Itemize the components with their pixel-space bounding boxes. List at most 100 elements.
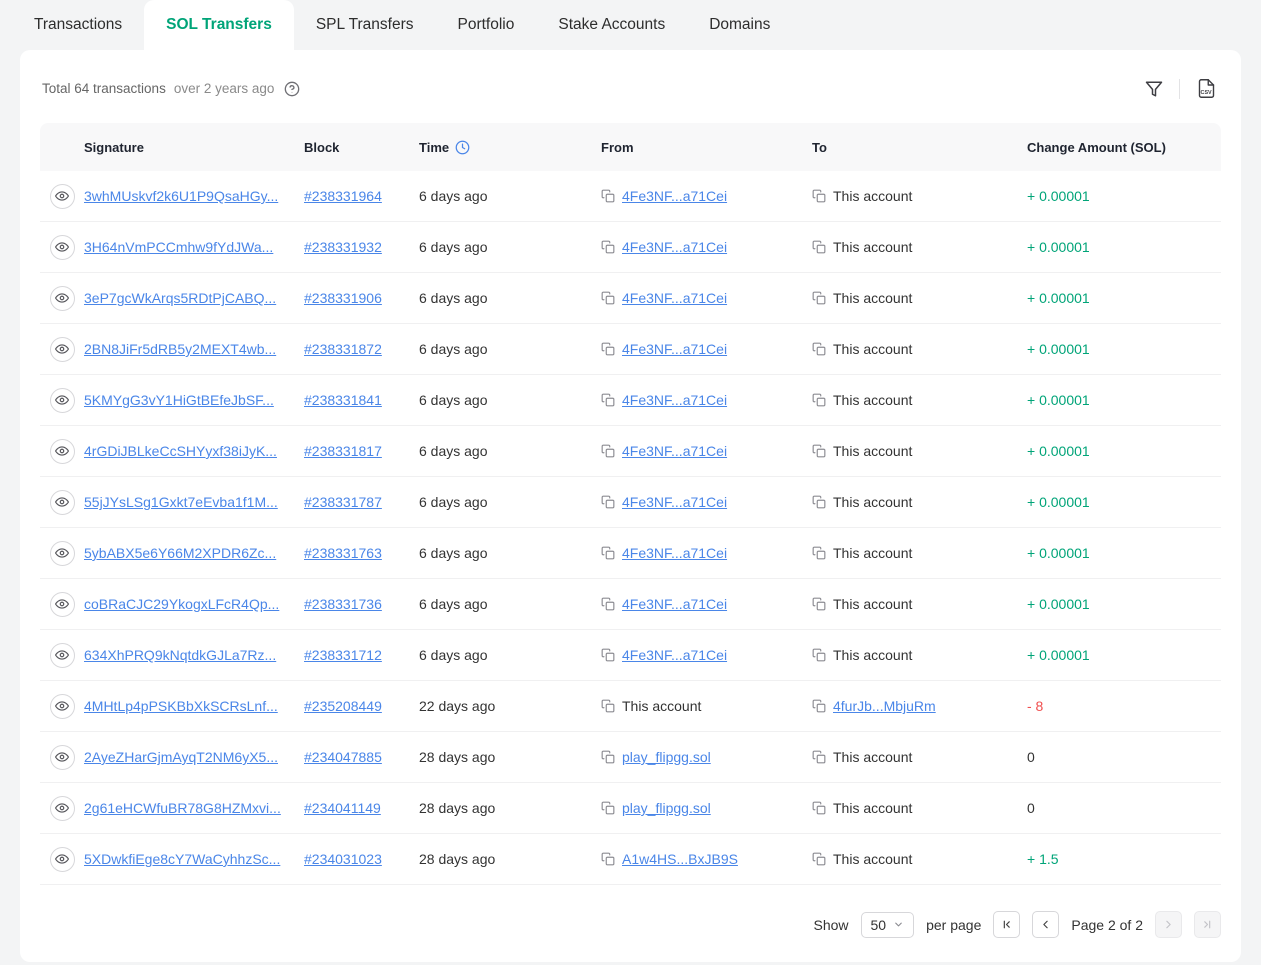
signature-link[interactable]: 5KMYgG3vY1HiGtBEfeJbSF...: [84, 392, 274, 408]
preview-eye-icon[interactable]: [50, 490, 75, 515]
copy-icon[interactable]: [601, 291, 615, 305]
preview-eye-icon[interactable]: [50, 643, 75, 668]
copy-icon[interactable]: [601, 495, 615, 509]
to-address[interactable]: 4furJb...MbjuRm: [833, 698, 936, 714]
copy-icon[interactable]: [601, 342, 615, 356]
copy-icon[interactable]: [812, 240, 826, 254]
copy-icon[interactable]: [812, 648, 826, 662]
from-address[interactable]: 4Fe3NF...a71Cei: [622, 341, 727, 357]
from-address[interactable]: play_flipgg.sol: [622, 749, 711, 765]
tab-domains[interactable]: Domains: [687, 0, 792, 50]
copy-icon[interactable]: [812, 189, 826, 203]
signature-link[interactable]: 55jJYsLSg1Gxkt7eEvba1f1M...: [84, 494, 278, 510]
copy-icon[interactable]: [812, 699, 826, 713]
to-address: This account: [833, 647, 912, 663]
signature-link[interactable]: 4MHtLp4pPSKBbXkSCRsLnf...: [84, 698, 278, 714]
copy-icon[interactable]: [601, 546, 615, 560]
copy-icon[interactable]: [601, 699, 615, 713]
signature-link[interactable]: 2g61eHCWfuBR78G8HZMxvi...: [84, 800, 281, 816]
block-link[interactable]: #238331787: [304, 494, 382, 510]
block-link[interactable]: #238331872: [304, 341, 382, 357]
question-circle-icon[interactable]: [282, 79, 302, 99]
signature-link[interactable]: 5XDwkfiEge8cY7WaCyhhzSc...: [84, 851, 280, 867]
from-address[interactable]: 4Fe3NF...a71Cei: [622, 392, 727, 408]
block-link[interactable]: #238331964: [304, 188, 382, 204]
from-address[interactable]: A1w4HS...BxJB9S: [622, 851, 738, 867]
signature-link[interactable]: 4rGDiJBLkeCcSHYyxf38iJyK...: [84, 443, 277, 459]
block-link[interactable]: #234031023: [304, 851, 382, 867]
signature-link[interactable]: 634XhPRQ9kNqtdkGJLa7Rz...: [84, 647, 276, 663]
tab-sol-transfers[interactable]: SOL Transfers: [144, 0, 294, 50]
preview-eye-icon[interactable]: [50, 184, 75, 209]
copy-icon[interactable]: [601, 240, 615, 254]
preview-eye-icon[interactable]: [50, 439, 75, 464]
block-link[interactable]: #238331906: [304, 290, 382, 306]
block-link[interactable]: #238331712: [304, 647, 382, 663]
block-link[interactable]: #238331932: [304, 239, 382, 255]
preview-eye-icon[interactable]: [50, 337, 75, 362]
signature-link[interactable]: 2AyeZHarGjmAyqT2NM6yX5...: [84, 749, 278, 765]
copy-icon[interactable]: [812, 852, 826, 866]
preview-eye-icon[interactable]: [50, 796, 75, 821]
copy-icon[interactable]: [601, 393, 615, 407]
first-page-button[interactable]: [993, 911, 1020, 938]
preview-eye-icon[interactable]: [50, 745, 75, 770]
copy-icon[interactable]: [601, 189, 615, 203]
copy-icon[interactable]: [812, 546, 826, 560]
signature-link[interactable]: 3H64nVmPCCmhw9fYdJWa...: [84, 239, 273, 255]
tab-portfolio[interactable]: Portfolio: [435, 0, 536, 50]
block-link[interactable]: #234041149: [304, 800, 381, 816]
copy-icon[interactable]: [601, 801, 615, 815]
copy-icon[interactable]: [601, 852, 615, 866]
block-link[interactable]: #238331841: [304, 392, 382, 408]
preview-eye-icon[interactable]: [50, 592, 75, 617]
filter-funnel-icon[interactable]: [1143, 78, 1165, 100]
preview-eye-icon[interactable]: [50, 847, 75, 872]
block-link[interactable]: #238331736: [304, 596, 382, 612]
tab-stake-accounts[interactable]: Stake Accounts: [536, 0, 687, 50]
copy-icon[interactable]: [812, 495, 826, 509]
preview-eye-icon[interactable]: [50, 694, 75, 719]
from-address[interactable]: 4Fe3NF...a71Cei: [622, 596, 727, 612]
copy-icon[interactable]: [601, 597, 615, 611]
tab-spl-transfers[interactable]: SPL Transfers: [294, 0, 436, 50]
last-page-button[interactable]: [1194, 911, 1221, 938]
from-address[interactable]: 4Fe3NF...a71Cei: [622, 545, 727, 561]
block-link[interactable]: #238331817: [304, 443, 382, 459]
block-link[interactable]: #235208449: [304, 698, 382, 714]
from-address[interactable]: 4Fe3NF...a71Cei: [622, 443, 727, 459]
copy-icon[interactable]: [812, 597, 826, 611]
copy-icon[interactable]: [812, 342, 826, 356]
from-address[interactable]: 4Fe3NF...a71Cei: [622, 188, 727, 204]
tab-transactions[interactable]: Transactions: [12, 0, 144, 50]
copy-icon[interactable]: [812, 291, 826, 305]
from-address[interactable]: 4Fe3NF...a71Cei: [622, 647, 727, 663]
from-address[interactable]: 4Fe3NF...a71Cei: [622, 290, 727, 306]
copy-icon[interactable]: [601, 444, 615, 458]
preview-eye-icon[interactable]: [50, 286, 75, 311]
csv-download-icon[interactable]: CSV: [1194, 76, 1219, 101]
copy-icon[interactable]: [601, 750, 615, 764]
signature-link[interactable]: 2BN8JiFr5dRB5y2MEXT4wb...: [84, 341, 276, 357]
clock-icon[interactable]: [455, 140, 470, 155]
signature-link[interactable]: 3whMUskvf2k6U1P9QsaHGy...: [84, 188, 278, 204]
signature-link[interactable]: 3eP7gcWkArqs5RDtPjCABQ...: [84, 290, 276, 306]
from-address[interactable]: play_flipgg.sol: [622, 800, 711, 816]
signature-link[interactable]: 5ybABX5e6Y66M2XPDR6Zc...: [84, 545, 276, 561]
signature-link[interactable]: coBRaCJC29YkogxLFcR4Qp...: [84, 596, 279, 612]
copy-icon[interactable]: [812, 750, 826, 764]
copy-icon[interactable]: [812, 801, 826, 815]
prev-page-button[interactable]: [1032, 911, 1059, 938]
from-address[interactable]: 4Fe3NF...a71Cei: [622, 239, 727, 255]
copy-icon[interactable]: [812, 393, 826, 407]
copy-icon[interactable]: [601, 648, 615, 662]
from-address[interactable]: 4Fe3NF...a71Cei: [622, 494, 727, 510]
block-link[interactable]: #234047885: [304, 749, 382, 765]
preview-eye-icon[interactable]: [50, 541, 75, 566]
preview-eye-icon[interactable]: [50, 235, 75, 260]
next-page-button[interactable]: [1155, 911, 1182, 938]
preview-eye-icon[interactable]: [50, 388, 75, 413]
copy-icon[interactable]: [812, 444, 826, 458]
page-size-select[interactable]: 50: [861, 912, 915, 938]
block-link[interactable]: #238331763: [304, 545, 382, 561]
